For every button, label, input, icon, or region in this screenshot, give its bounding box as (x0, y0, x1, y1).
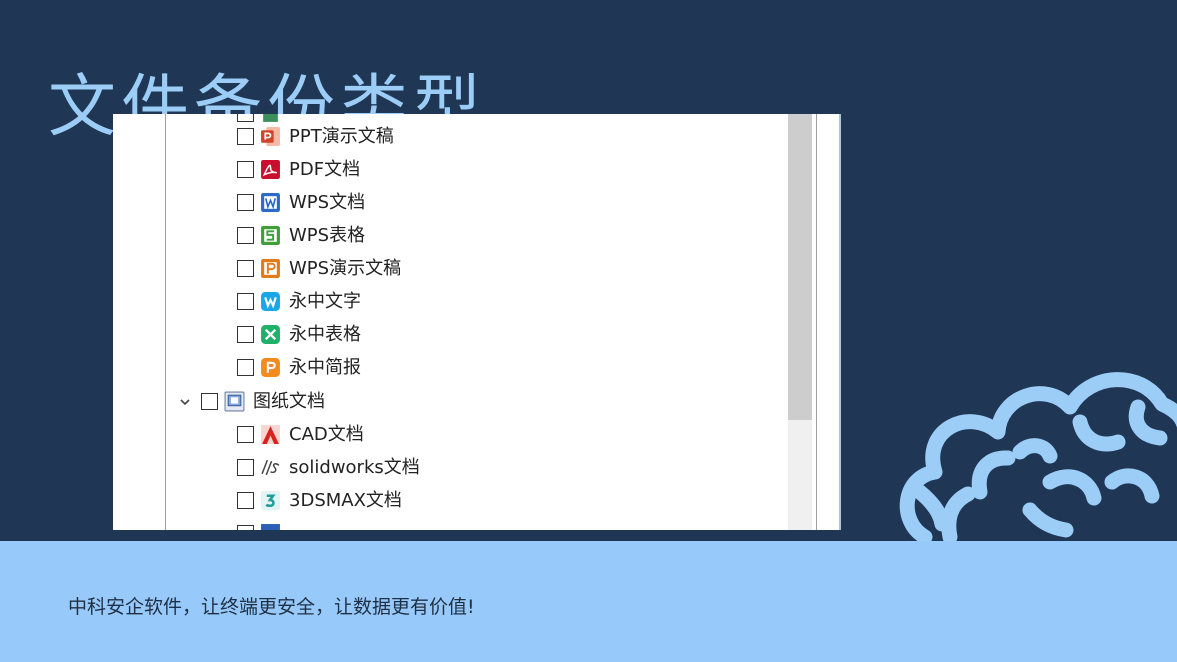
checkbox[interactable] (201, 393, 218, 410)
tree-item-label: 永中表格 (289, 323, 361, 345)
tree-guide-line (165, 114, 166, 530)
tree-item-label: 永中文字 (289, 290, 361, 312)
checkbox[interactable] (237, 459, 254, 476)
checkbox[interactable] (237, 525, 254, 530)
ppt-icon (261, 127, 280, 146)
tree-item-wps-presentation[interactable]: WPS演示文稿 (237, 252, 401, 285)
tree-item-solidworks[interactable]: solidworks文档 (237, 451, 420, 484)
yozo-presentation-icon (261, 358, 280, 377)
tree-item-label: PDF文档 (289, 158, 361, 180)
solidworks-icon (261, 459, 280, 476)
tree-item-label: CAD文档 (289, 423, 364, 445)
checkbox[interactable] (237, 161, 254, 178)
wps-spreadsheet-icon (261, 226, 280, 245)
tree-item-label: WPS演示文稿 (289, 257, 402, 279)
tree-item-label: PPT演示文稿 (289, 125, 394, 147)
tree-item-label: 永中简报 (289, 356, 361, 378)
yozo-writer-icon (261, 292, 280, 311)
checkbox[interactable] (237, 227, 254, 244)
tree-item-wps-spreadsheet[interactable]: WPS表格 (237, 219, 365, 252)
chevron-down-icon[interactable] (175, 392, 195, 412)
checkbox[interactable] (237, 293, 254, 310)
file-type-tree[interactable]: PPT演示文稿 PDF文档 WPS文档 WPS表格 WPS演示文稿 永中文字 永… (113, 114, 841, 530)
checkbox[interactable] (237, 194, 254, 211)
file-type-icon (261, 524, 280, 530)
checkbox[interactable] (237, 260, 254, 277)
footer-slogan: 中科安企软件，让终端更安全，让数据更有价值! (68, 596, 475, 618)
tree-item-cad[interactable]: CAD文档 (237, 418, 364, 451)
checkbox[interactable] (237, 359, 254, 376)
brain-icon (899, 372, 1177, 541)
tree-item-label: 3DSMAX文档 (289, 489, 402, 511)
tree-group-drawings[interactable]: 图纸文档 (175, 385, 325, 418)
yozo-spreadsheet-icon (261, 325, 280, 344)
tree-item-yozo-spreadsheet[interactable]: 永中表格 (237, 318, 361, 351)
tree-item-3dsmax[interactable]: 3DSMAX文档 (237, 484, 402, 517)
checkbox[interactable] (237, 128, 254, 145)
checkbox[interactable] (237, 492, 254, 509)
tree-border-line (816, 114, 817, 530)
tree-item-wps-writer[interactable]: WPS文档 (237, 186, 365, 219)
scrollbar-thumb[interactable] (788, 114, 812, 420)
pdf-icon (261, 160, 280, 179)
checkbox[interactable] (237, 426, 254, 443)
tree-item-label: 图纸文档 (253, 390, 325, 412)
wps-writer-icon (261, 193, 280, 212)
checkbox[interactable] (237, 326, 254, 343)
drawing-folder-icon (224, 391, 245, 412)
tree-item-yozo-writer[interactable]: 永中文字 (237, 285, 361, 318)
tree-item-label: WPS表格 (289, 224, 366, 246)
wps-presentation-icon (261, 259, 280, 278)
tree-item-label: WPS文档 (289, 191, 366, 213)
3dsmax-icon (261, 491, 280, 510)
tree-item-yozo-presentation[interactable]: 永中简报 (237, 351, 361, 384)
tree-item-partial (237, 517, 289, 530)
tree-item-pdf[interactable]: PDF文档 (237, 153, 360, 186)
autocad-icon (261, 425, 280, 444)
tree-item-ppt[interactable]: PPT演示文稿 (237, 120, 394, 153)
tree-item-label: solidworks文档 (289, 456, 420, 478)
